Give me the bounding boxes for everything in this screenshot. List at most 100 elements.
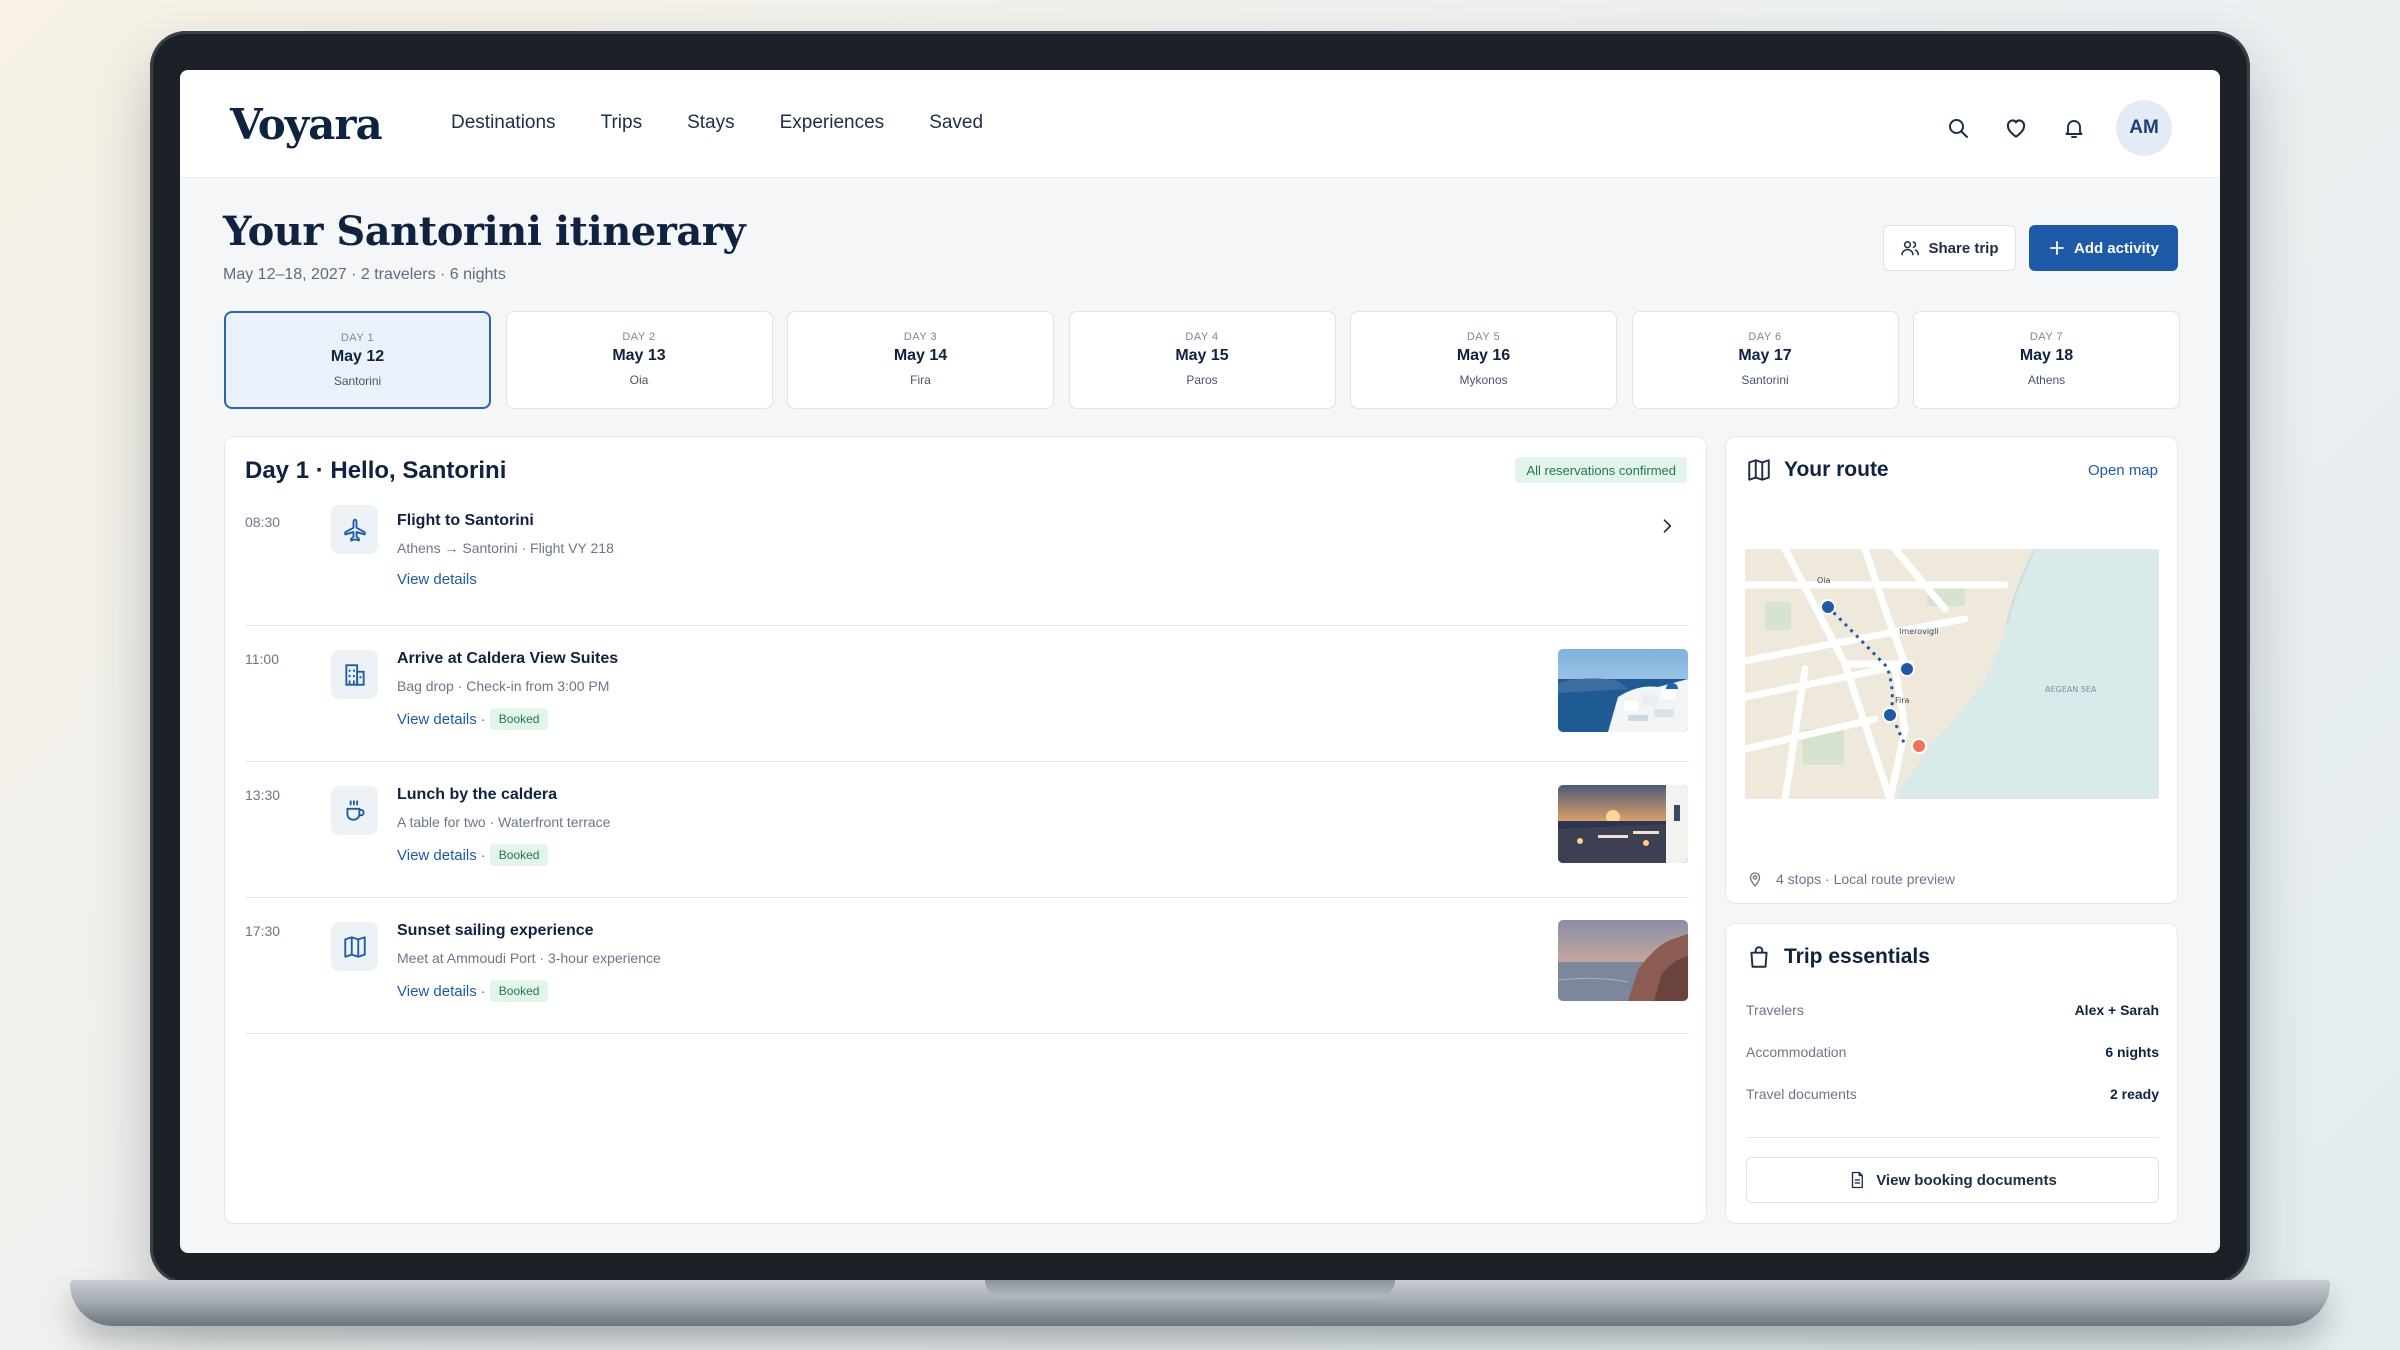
day-place: Santorini	[1741, 373, 1789, 387]
route-card: Your route Open map Oia Imerovigli Fira …	[1725, 436, 2178, 904]
view-details-link[interactable]: View details	[397, 711, 477, 728]
day-date: May 14	[893, 347, 948, 364]
activity-subtitle: Meet at Ammoudi Port · 3-hour experience	[397, 950, 661, 966]
coffee-icon	[331, 786, 378, 835]
essentials-key: Accommodation	[1746, 1044, 1847, 1060]
top-nav: Voyara Destinations Trips Stays Experien…	[180, 70, 2220, 178]
day-number: DAY 3	[903, 331, 938, 343]
map-label-imerovigli: Imerovigli	[1899, 627, 1939, 636]
page-title: Your Santorini itinerary	[223, 208, 746, 255]
document-icon	[1852, 1171, 1864, 1189]
route-summary: 4 stops · Local route preview	[1776, 871, 1955, 887]
day-date: May 16	[1456, 347, 1511, 364]
hotel-photo[interactable]	[1558, 649, 1688, 732]
activity-title: Lunch by the caldera	[397, 786, 558, 803]
day-tab-2[interactable]: DAY 2 May 13 Oia	[505, 311, 773, 409]
map-stop-destination[interactable]	[1911, 738, 1927, 754]
activity-time: 08:30	[245, 514, 281, 530]
map-label-fira: Fira	[1895, 696, 1910, 705]
pin-icon	[1749, 872, 1761, 887]
activity-actions: View details	[397, 571, 477, 588]
avatar[interactable]: AM	[2116, 100, 2172, 156]
day-date: May 18	[2019, 347, 2074, 364]
share-trip-button[interactable]: Share trip	[1883, 225, 2016, 271]
booked-badge: Booked	[489, 844, 549, 866]
view-booking-documents-button[interactable]: View booking documents	[1746, 1157, 2159, 1203]
essentials-value: 6 nights	[2105, 1044, 2159, 1060]
day-date: May 15	[1175, 347, 1229, 364]
activity-title: Sunset sailing experience	[397, 922, 594, 939]
activity-subtitle: Bag drop · Check-in from 3:00 PM	[397, 678, 610, 694]
activity-row[interactable]: 17:30 Sunset sailing experience Meet at …	[245, 898, 1689, 1034]
day-place: Fira	[910, 373, 931, 387]
day-tab-5[interactable]: DAY 5 May 16 Mykonos	[1350, 311, 1617, 409]
day-tab-3[interactable]: DAY 3 May 14 Fira	[787, 311, 1054, 409]
map-stop-imerovigli[interactable]	[1899, 661, 1915, 677]
activity-time: 13:30	[245, 787, 281, 803]
essentials-key: Travelers	[1746, 1002, 1804, 1018]
app-screen: Voyara Destinations Trips Stays Experien…	[180, 70, 2220, 1253]
nav-stays[interactable]: Stays	[687, 112, 735, 134]
day-number: DAY 4	[1185, 331, 1219, 343]
view-booking-documents-label: View booking documents	[1876, 1171, 2057, 1189]
separator: ·	[480, 710, 486, 728]
nav-saved[interactable]: Saved	[929, 112, 983, 134]
route-map[interactable]: Oia Imerovigli Fira AEGEAN SEA	[1745, 549, 2159, 799]
essentials-row-travelers: Travelers Alex + Sarah	[1746, 1002, 2159, 1018]
essentials-row-documents: Travel documents 2 ready	[1746, 1086, 2159, 1102]
laptop-notch	[985, 1280, 1395, 1298]
open-map-link[interactable]: Open map	[2088, 462, 2158, 479]
building-icon	[331, 650, 378, 699]
route-title: Your route	[1784, 458, 1889, 481]
booked-badge: Booked	[489, 980, 549, 1002]
view-details-link[interactable]: View details	[397, 983, 477, 1000]
heart-icon[interactable]	[1996, 108, 2036, 148]
plus-icon	[2050, 241, 2064, 255]
activity-time: 17:30	[245, 923, 281, 939]
day-tab-1[interactable]: DAY 1 May 12 Santorini	[224, 311, 491, 409]
map-stop-fira[interactable]	[1882, 707, 1898, 723]
day-number: DAY 2	[622, 331, 656, 343]
nav-trips[interactable]: Trips	[601, 112, 643, 134]
view-details-link[interactable]: View details	[397, 847, 477, 864]
trip-summary: May 12–18, 2027 · 2 travelers · 6 nights	[223, 266, 506, 283]
day-place: Paros	[1186, 373, 1218, 387]
essentials-row-accommodation: Accommodation 6 nights	[1746, 1044, 2159, 1060]
trip-essentials-card: Trip essentials Travelers Alex + Sarah A…	[1725, 923, 2178, 1224]
day-number: DAY 1	[340, 332, 375, 344]
activity-actions: View details · Booked	[397, 844, 549, 866]
add-activity-button[interactable]: Add activity	[2029, 225, 2178, 271]
map-label-sea: AEGEAN SEA	[2045, 685, 2097, 694]
nav-destinations[interactable]: Destinations	[451, 112, 556, 134]
activity-subtitle: Athens → Santorini · Flight VY 218	[397, 540, 614, 556]
sailing-photo[interactable]	[1558, 920, 1688, 1001]
day-number: DAY 7	[2029, 331, 2064, 343]
separator: ·	[480, 846, 486, 864]
chevron-right-icon[interactable]	[1657, 516, 1677, 541]
users-icon	[1901, 241, 1920, 256]
day-tab-6[interactable]: DAY 6 May 17 Santorini	[1631, 311, 1899, 409]
bag-icon	[1750, 946, 1768, 968]
day-tab-4[interactable]: DAY 4 May 15 Paros	[1068, 311, 1336, 409]
view-details-link[interactable]: View details	[397, 571, 477, 588]
activity-title: Flight to Santorini	[397, 512, 534, 529]
restaurant-photo[interactable]	[1558, 785, 1688, 863]
day-tab-7[interactable]: DAY 7 May 18 Athens	[1913, 311, 2180, 409]
essentials-heading: Trip essentials	[1746, 944, 1930, 970]
map-stop-oia[interactable]	[1820, 599, 1836, 615]
activity-time: 11:00	[245, 651, 279, 667]
activity-row[interactable]: 08:30 Flight to Santorini Athens → Santo…	[245, 505, 1689, 626]
main-nav: Destinations Trips Stays Experiences Sav…	[451, 112, 1028, 134]
activity-title: Arrive at Caldera View Suites	[397, 650, 619, 667]
map-label-oia: Oia	[1817, 576, 1831, 585]
itinerary-card: Day 1 · Hello, Santorini All reservation…	[224, 436, 1707, 1224]
logo[interactable]: Voyara	[230, 100, 383, 149]
day-place: Athens	[2027, 373, 2066, 387]
share-trip-label: Share trip	[1928, 239, 1999, 257]
activity-row[interactable]: 11:00 Arrive at Caldera View Suites Bag …	[245, 626, 1689, 762]
bell-icon[interactable]	[2054, 108, 2094, 148]
activity-row[interactable]: 13:30 Lunch by the caldera A table for t…	[245, 762, 1689, 898]
nav-actions: AM	[1920, 100, 2172, 156]
nav-experiences[interactable]: Experiences	[780, 112, 885, 134]
search-icon[interactable]	[1938, 108, 1978, 148]
